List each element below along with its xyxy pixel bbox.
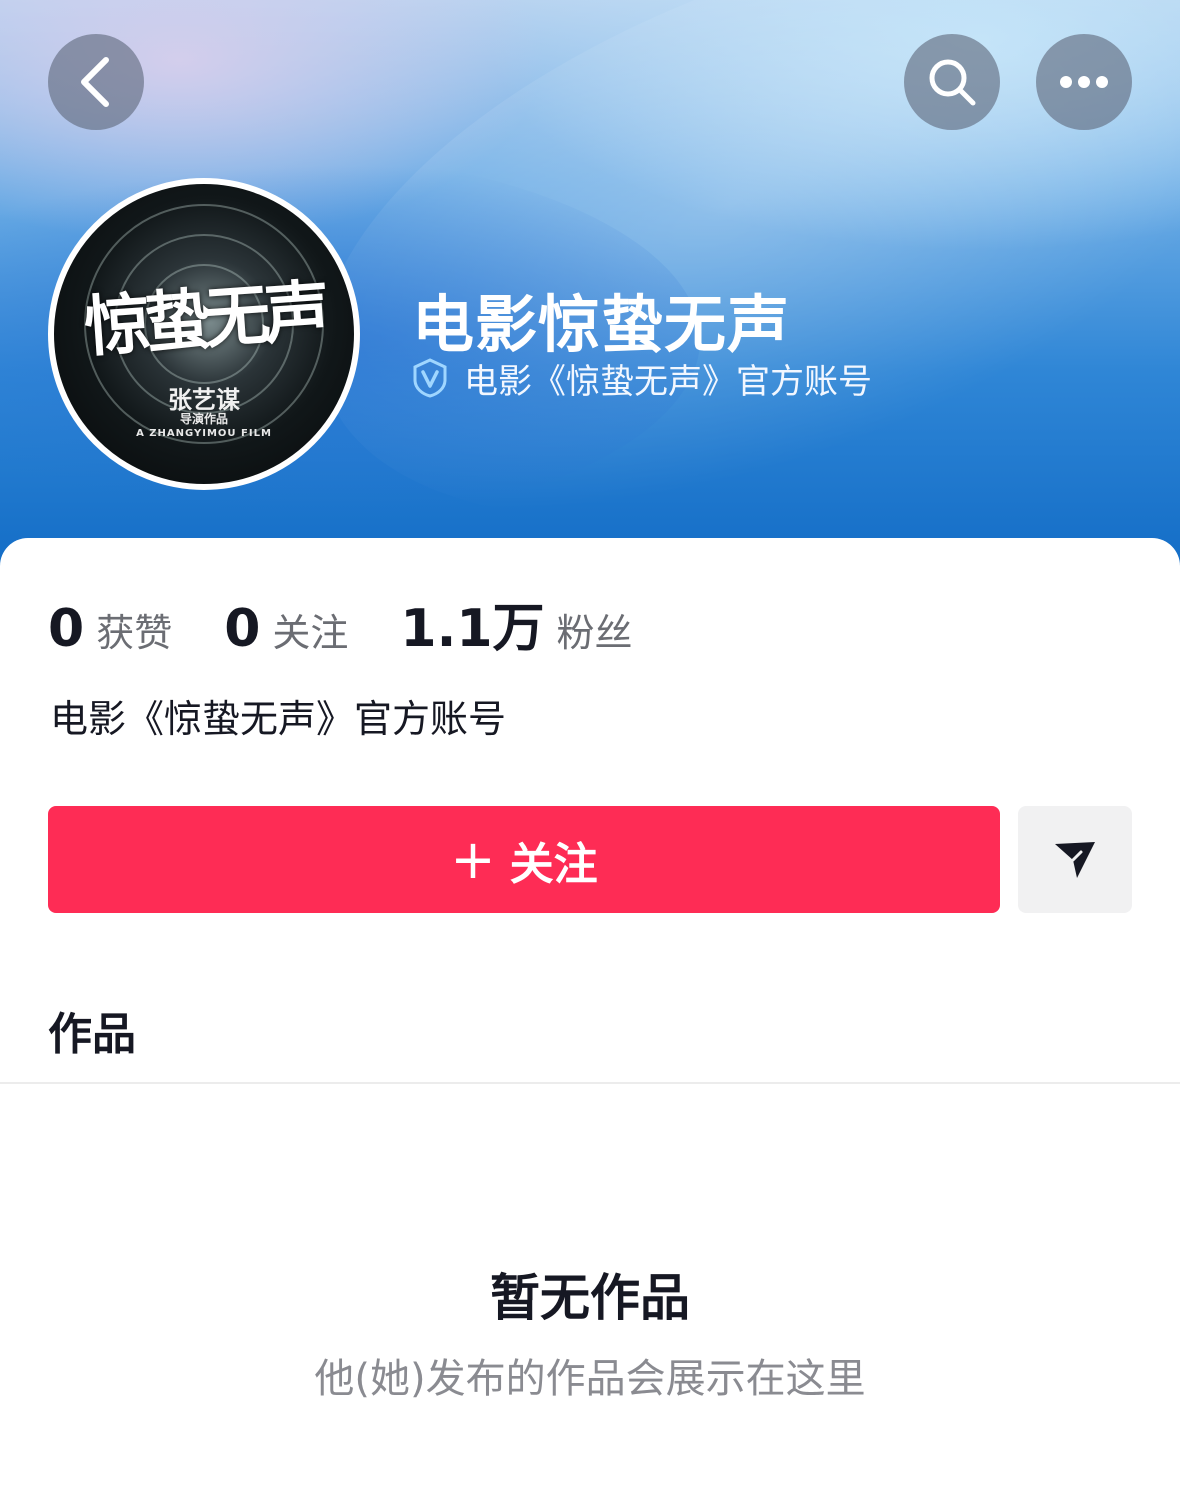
- tab-works[interactable]: 作品: [48, 998, 136, 1062]
- verification-text: 电影《惊蛰无声》官方账号: [464, 361, 872, 402]
- share-button[interactable]: [1018, 806, 1132, 913]
- profile-page: 惊蛰无声 张艺谋 导演作品 A ZHANGYIMOU FILM 电影惊蛰无声 电…: [0, 0, 1180, 1492]
- search-icon: [929, 59, 976, 106]
- avatar-title-text: 惊蛰无声: [81, 271, 327, 367]
- stat-label: 粉丝: [556, 611, 633, 655]
- stat-followers[interactable]: 1.1万 粉丝: [400, 586, 632, 661]
- send-icon: [1055, 841, 1095, 878]
- tab-divider: [0, 1082, 1180, 1084]
- more-button[interactable]: [1036, 34, 1132, 130]
- plus-icon: +: [450, 828, 496, 891]
- stat-label: 关注: [272, 611, 349, 655]
- stat-value: 0: [224, 599, 261, 659]
- empty-state-subtitle: 他(她)发布的作品会展示在这里: [314, 1356, 866, 1402]
- verification-row: 电影《惊蛰无声》官方账号: [410, 356, 872, 402]
- back-button[interactable]: [48, 34, 144, 130]
- stat-following[interactable]: 0 关注: [224, 599, 348, 659]
- search-button[interactable]: [904, 34, 1000, 130]
- empty-state-title: 暂无作品: [490, 1269, 690, 1327]
- stat-value: 1.1万: [400, 599, 545, 659]
- stats-row: 0 获赞 0 关注 1.1万 粉丝: [48, 586, 685, 659]
- avatar-sub-text: 导演作品: [179, 412, 228, 426]
- stat-likes[interactable]: 0 获赞: [48, 599, 172, 659]
- profile-bio: 电影《惊蛰无声》官方账号: [50, 697, 507, 741]
- avatar[interactable]: 惊蛰无声 张艺谋 导演作品 A ZHANGYIMOU FILM: [48, 178, 360, 490]
- stat-label: 获赞: [96, 611, 173, 655]
- more-horizontal-icon: [1060, 76, 1108, 88]
- stat-value: 0: [48, 599, 85, 659]
- follow-button[interactable]: + 关注: [48, 806, 1000, 913]
- avatar-film-text: A ZHANGYIMOU FILM: [136, 428, 272, 439]
- chevron-left-icon: [81, 57, 109, 107]
- verified-badge-icon: [413, 358, 447, 398]
- profile-name: 电影惊蛰无声: [412, 288, 791, 361]
- follow-label: 关注: [509, 838, 598, 890]
